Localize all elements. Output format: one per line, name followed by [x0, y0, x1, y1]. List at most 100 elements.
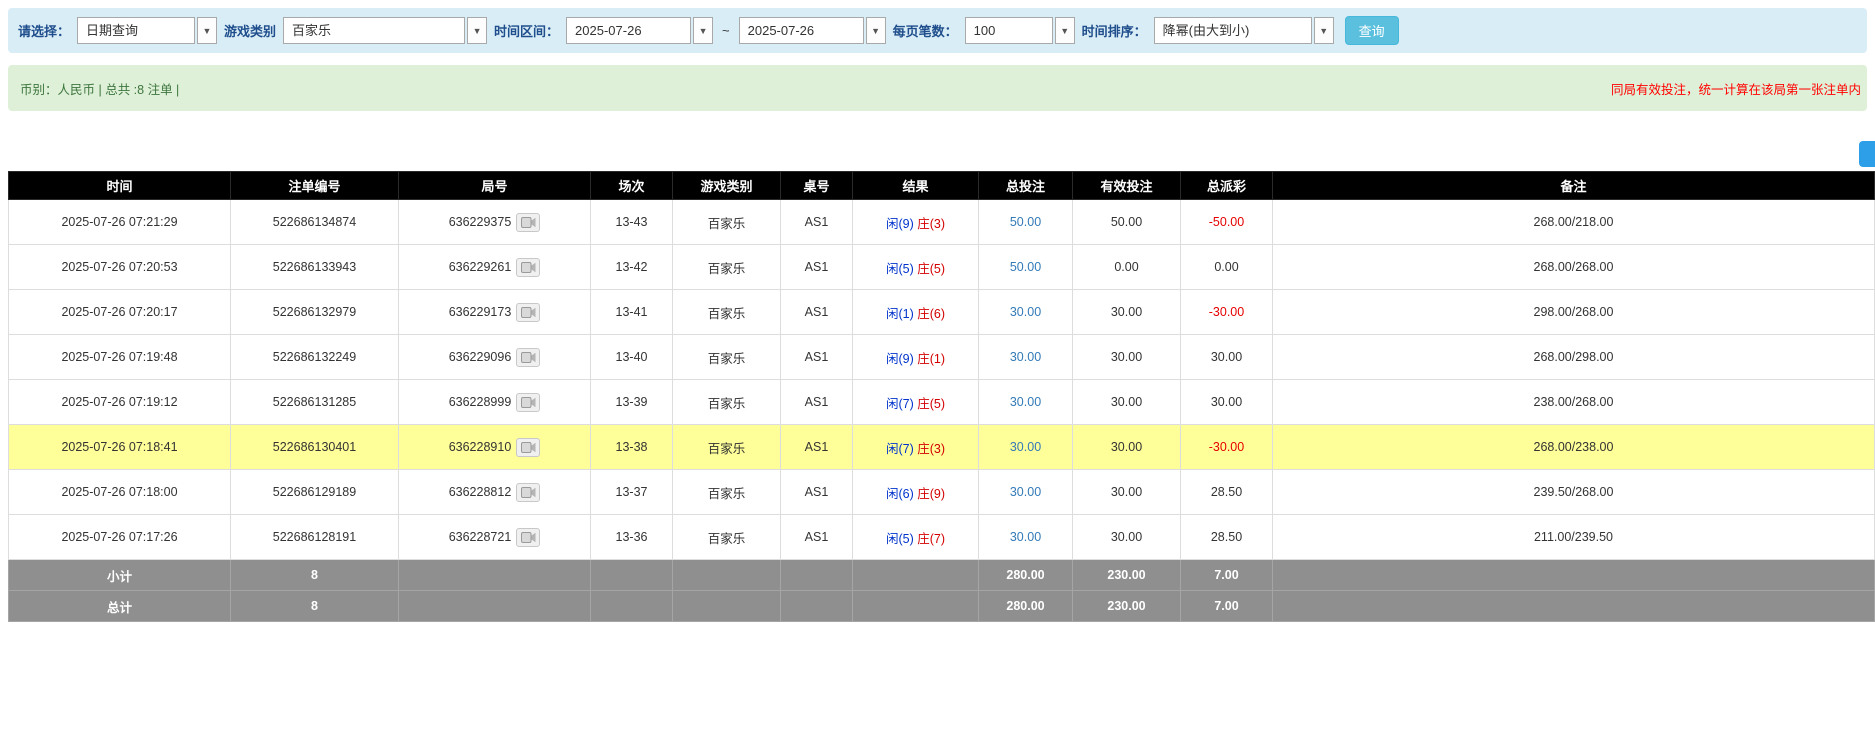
replay-icon[interactable] — [516, 258, 540, 277]
select-label: 请选择： — [18, 21, 70, 40]
result-banker: 庄(9) — [917, 487, 945, 501]
date-to-value[interactable]: 2025-07-26 — [739, 17, 864, 44]
query-button[interactable]: 查询 — [1345, 16, 1399, 45]
header-valid-bet: 有效投注 — [1073, 172, 1181, 200]
header-remark: 备注 — [1273, 172, 1875, 200]
chevron-down-icon[interactable]: ▼ — [467, 17, 487, 44]
header-session: 场次 — [591, 172, 673, 200]
cell-payout: 0.00 — [1181, 245, 1273, 290]
total-bet-link[interactable]: 30.00 — [1010, 395, 1041, 409]
header-result: 结果 — [853, 172, 979, 200]
per-page-value[interactable]: 100 — [965, 17, 1053, 44]
query-type-value[interactable]: 日期查询 — [77, 17, 195, 44]
replay-icon[interactable] — [516, 528, 540, 547]
cell-round: 636229375 — [399, 200, 591, 245]
time-sort-value[interactable]: 降幂(由大到小) — [1154, 17, 1312, 44]
cell-payout: 30.00 — [1181, 335, 1273, 380]
time-sort-label: 时间排序： — [1082, 21, 1147, 40]
replay-icon[interactable] — [516, 303, 540, 322]
result-banker: 庄(1) — [917, 352, 945, 366]
chevron-down-icon[interactable]: ▼ — [1055, 17, 1075, 44]
notice-text: 同局有效投注，统一计算在该局第一张注单内 — [1611, 79, 1861, 98]
chevron-down-icon[interactable]: ▼ — [693, 17, 713, 44]
cell-game-type: 百家乐 — [673, 515, 781, 560]
time-sort-select[interactable]: 降幂(由大到小) ▼ — [1154, 17, 1334, 44]
cell-payout: 28.50 — [1181, 470, 1273, 515]
cell-session: 13-36 — [591, 515, 673, 560]
total-bet-link[interactable]: 30.00 — [1010, 485, 1041, 499]
query-type-select[interactable]: 日期查询 ▼ — [77, 17, 217, 44]
round-number: 636229096 — [449, 350, 512, 364]
cell-round: 636228812 — [399, 470, 591, 515]
game-type-label: 游戏类别 — [224, 21, 276, 40]
cell-remark: 298.00/268.00 — [1273, 290, 1875, 335]
cell-time: 2025-07-26 07:19:12 — [9, 380, 231, 425]
table-row: 2025-07-26 07:21:29 522686134874 6362293… — [9, 200, 1875, 245]
total-bet-link[interactable]: 30.00 — [1010, 350, 1041, 364]
cell-session: 13-38 — [591, 425, 673, 470]
total-bet-link[interactable]: 50.00 — [1010, 260, 1041, 274]
replay-icon[interactable] — [516, 213, 540, 232]
date-to-select[interactable]: 2025-07-26 ▼ — [739, 17, 886, 44]
chevron-down-icon[interactable]: ▼ — [1314, 17, 1334, 44]
replay-icon[interactable] — [516, 438, 540, 457]
cell-round: 636229173 — [399, 290, 591, 335]
game-type-select[interactable]: 百家乐 ▼ — [283, 17, 487, 44]
cell-bet-id: 522686129189 — [231, 470, 399, 515]
date-from-value[interactable]: 2025-07-26 — [566, 17, 691, 44]
header-round: 局号 — [399, 172, 591, 200]
cell-payout: 30.00 — [1181, 380, 1273, 425]
cell-remark: 268.00/218.00 — [1273, 200, 1875, 245]
cell-time: 2025-07-26 07:21:29 — [9, 200, 231, 245]
round-number: 636228999 — [449, 395, 512, 409]
result-player: 闲(6) — [886, 487, 914, 501]
per-page-label: 每页笔数： — [893, 21, 958, 40]
total-bet-link[interactable]: 50.00 — [1010, 215, 1041, 229]
cell-valid-bet: 30.00 — [1073, 335, 1181, 380]
total-bet-link[interactable]: 30.00 — [1010, 530, 1041, 544]
header-table-no: 桌号 — [781, 172, 853, 200]
cell-bet-id: 522686128191 — [231, 515, 399, 560]
header-game-type: 游戏类别 — [673, 172, 781, 200]
result-player: 闲(5) — [886, 532, 914, 546]
cell-round: 636228721 — [399, 515, 591, 560]
total-payout: 7.00 — [1181, 591, 1273, 622]
cell-valid-bet: 30.00 — [1073, 515, 1181, 560]
table-row: 2025-07-26 07:18:00 522686129189 6362288… — [9, 470, 1875, 515]
cell-remark: 211.00/239.50 — [1273, 515, 1875, 560]
cell-remark: 239.50/268.00 — [1273, 470, 1875, 515]
total-bet-link[interactable]: 30.00 — [1010, 440, 1041, 454]
round-number: 636228910 — [449, 440, 512, 454]
cell-game-type: 百家乐 — [673, 335, 781, 380]
total-bet-link[interactable]: 30.00 — [1010, 305, 1041, 319]
replay-icon[interactable] — [516, 483, 540, 502]
round-number: 636229375 — [449, 215, 512, 229]
cell-result: 闲(9) 庄(1) — [853, 335, 979, 380]
chevron-down-icon[interactable]: ▼ — [197, 17, 217, 44]
cell-round: 636229261 — [399, 245, 591, 290]
replay-icon[interactable] — [516, 393, 540, 412]
cell-bet-id: 522686131285 — [231, 380, 399, 425]
cell-result: 闲(9) 庄(3) — [853, 200, 979, 245]
per-page-select[interactable]: 100 ▼ — [965, 17, 1075, 44]
cell-bet-id: 522686132249 — [231, 335, 399, 380]
round-number: 636229173 — [449, 305, 512, 319]
bet-records-table: 时间 注单编号 局号 场次 游戏类别 桌号 结果 总投注 有效投注 总派彩 备注… — [8, 171, 1875, 622]
cell-payout: -30.00 — [1181, 290, 1273, 335]
table-row: 2025-07-26 07:17:26 522686128191 6362287… — [9, 515, 1875, 560]
table-row: 2025-07-26 07:18:41 522686130401 6362289… — [9, 425, 1875, 470]
cell-valid-bet: 30.00 — [1073, 470, 1181, 515]
chevron-down-icon[interactable]: ▼ — [866, 17, 886, 44]
cell-game-type: 百家乐 — [673, 200, 781, 245]
cell-table-no: AS1 — [781, 335, 853, 380]
date-from-select[interactable]: 2025-07-26 ▼ — [566, 17, 713, 44]
subtotal-total-bet: 280.00 — [979, 560, 1073, 591]
replay-icon[interactable] — [516, 348, 540, 367]
partial-button[interactable] — [1859, 141, 1875, 167]
result-banker: 庄(3) — [917, 442, 945, 456]
cell-round: 636228910 — [399, 425, 591, 470]
game-type-value[interactable]: 百家乐 — [283, 17, 465, 44]
cell-time: 2025-07-26 07:20:17 — [9, 290, 231, 335]
cell-remark: 268.00/238.00 — [1273, 425, 1875, 470]
cell-payout: 28.50 — [1181, 515, 1273, 560]
